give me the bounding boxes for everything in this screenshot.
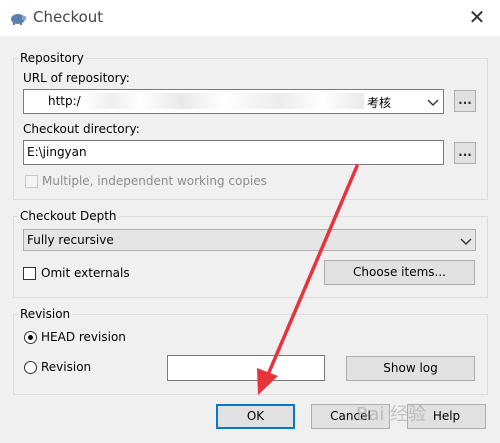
- annotation-arrow: [257, 164, 359, 395]
